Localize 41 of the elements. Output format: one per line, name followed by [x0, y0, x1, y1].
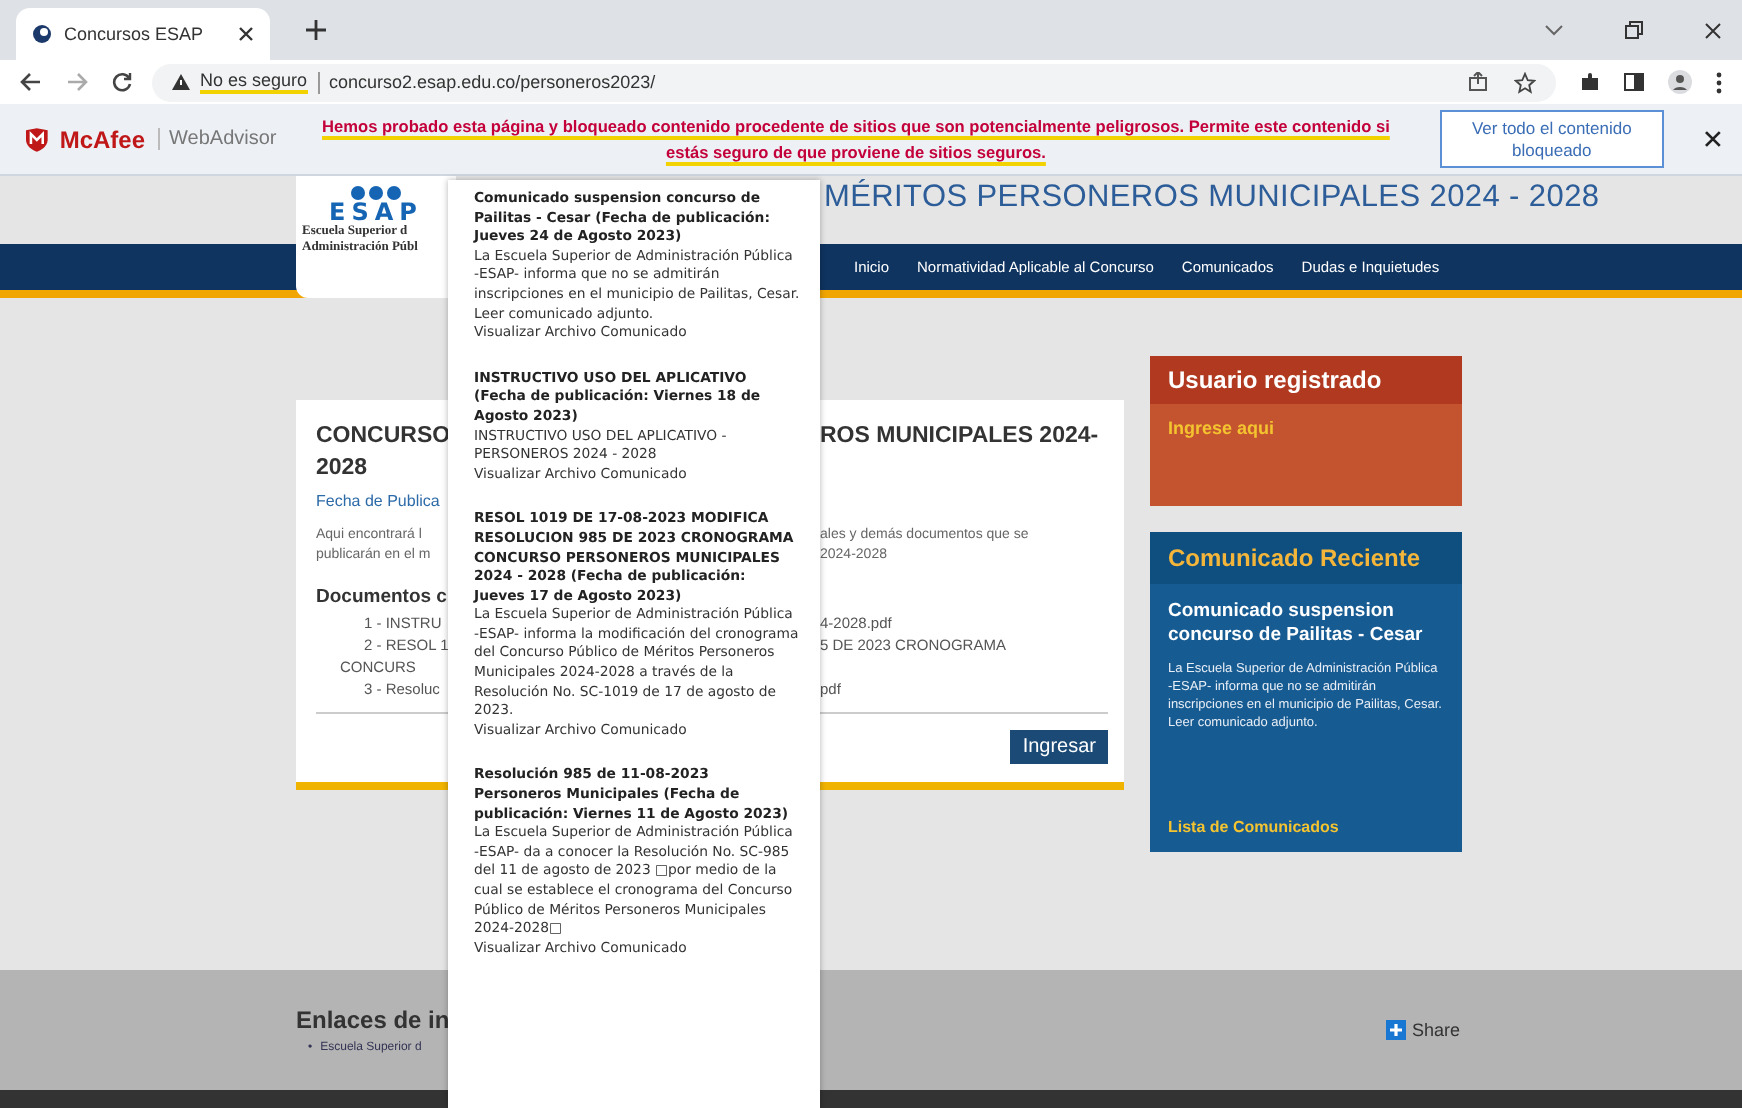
address-field[interactable]: No es seguro concurso2.esap.edu.co/personeros2023/ [152, 63, 1556, 101]
publication-date: Fecha de Publica [316, 492, 440, 510]
new-tab-icon[interactable] [306, 20, 326, 40]
shield-icon [26, 127, 48, 151]
panel-title: Usuario registrado [1150, 356, 1462, 404]
documents-heading: Documentos c [316, 586, 447, 608]
circles-icon [349, 186, 402, 200]
warning-icon [172, 74, 190, 90]
card-title: CONCURSO [316, 422, 444, 452]
sidebar-icon[interactable] [1624, 72, 1644, 92]
news-list-link[interactable]: Lista de Comunicados [1150, 818, 1462, 836]
tab-title: Concursos ESAP [64, 24, 206, 44]
login-button[interactable]: Ingresar [1010, 730, 1108, 764]
restore-icon[interactable] [1624, 20, 1644, 40]
panel-title: Comunicado Reciente [1150, 532, 1462, 584]
menu-icon[interactable] [1716, 71, 1722, 93]
security-label: No es seguro [200, 70, 308, 94]
footer-heading: Enlaces de in [296, 1006, 452, 1034]
card-title: 2028 [316, 454, 368, 484]
card-title: ROS MUNICIPALES 2024- [820, 422, 1101, 452]
warning-message: Hemos probado esta página y bloqueado contenido procedente de sitios que son potencialmente peligrosos. Permite este contenido si estás seguro de que proviene de sitios seguros. [320, 113, 1392, 165]
site-title: MÉRITOS PERSONEROS MUNICIPALES 2024 - 2028 [824, 180, 1600, 216]
share-icon[interactable] [1468, 72, 1488, 92]
close-icon[interactable] [1704, 21, 1722, 39]
share-button[interactable]: Share [1385, 1020, 1460, 1040]
back-arrow-icon[interactable] [20, 72, 42, 92]
reload-icon[interactable] [112, 72, 132, 92]
close-icon[interactable] [1704, 130, 1722, 148]
globe-icon [32, 24, 52, 44]
avatar-icon[interactable] [1668, 70, 1692, 94]
star-icon[interactable] [1514, 71, 1536, 93]
logo-text: ESAP [329, 200, 423, 224]
news-title: Comunicado suspension concurso de Pailitas - Cesar [1166, 598, 1425, 648]
plus-icon [1385, 1020, 1406, 1040]
view-blocked-button[interactable]: Ver todo el contenido bloqueado [1439, 110, 1665, 168]
chevron-down-icon[interactable] [1544, 24, 1564, 36]
brand-name: McAfee [59, 125, 146, 153]
browser-tab[interactable]: Concursos ESAP [16, 8, 270, 60]
product-name: WebAdvisor [157, 128, 277, 150]
url-text: concurso2.esap.edu.co/personeros2023/ [329, 72, 656, 92]
close-icon[interactable] [238, 26, 254, 42]
